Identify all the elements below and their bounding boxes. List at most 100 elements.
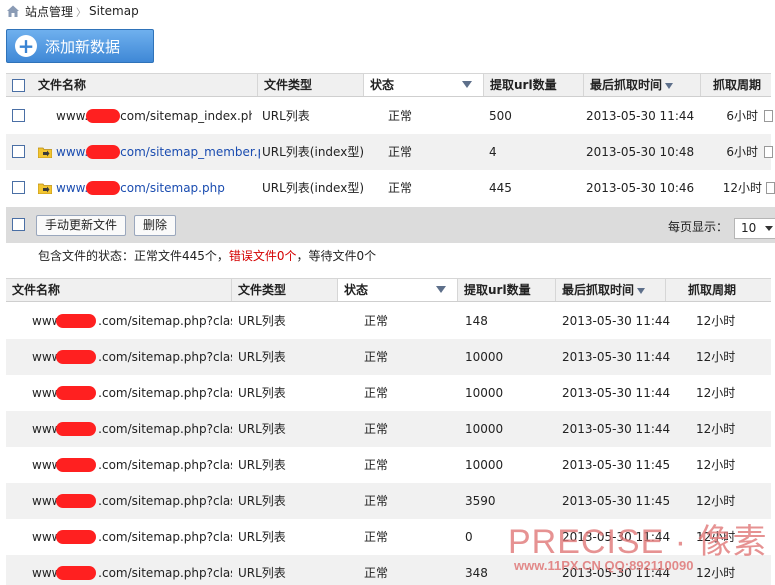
- url-count: 10000: [465, 386, 504, 400]
- table-row[interactable]: www. .com/sitemap.php?classi URL列表 正常 10000 2…: [6, 447, 771, 483]
- row-checkbox[interactable]: [12, 145, 25, 158]
- fetch-period: 12小时: [696, 350, 736, 364]
- table-row[interactable]: www. .com/sitemap.php?classi URL列表 正常 10000 2…: [6, 375, 771, 411]
- status: 正常: [364, 386, 389, 400]
- status-filter-icon[interactable]: [462, 81, 472, 88]
- col-url-count[interactable]: 提取url数量: [458, 279, 556, 301]
- table-row[interactable]: www. .com/sitemap.php?classi URL列表 正常 10000 2…: [6, 339, 771, 375]
- url-count: 500: [489, 109, 512, 123]
- chevron-down-icon: [765, 226, 773, 231]
- url-count: 10000: [465, 458, 504, 472]
- fetch-period: 12小时: [722, 181, 762, 195]
- redaction-mark: [56, 350, 96, 364]
- col-status[interactable]: 状态: [364, 74, 484, 96]
- folder-icon: [38, 183, 52, 194]
- manual-refresh-button[interactable]: 手动更新文件: [36, 215, 127, 236]
- last-fetch-time: 2013-05-30 11:44: [586, 109, 695, 123]
- add-new-data-button[interactable]: + 添加新数据: [6, 29, 154, 63]
- col-file-name[interactable]: 文件名称: [32, 74, 258, 96]
- col-last-fetch-label: 最后抓取时间: [562, 283, 635, 297]
- breadcrumb-root[interactable]: 站点管理: [25, 3, 73, 20]
- watermark: PRECISE · 像素 www.11PX.CN QQ:892110090: [508, 514, 768, 573]
- sort-desc-icon[interactable]: [637, 287, 646, 294]
- breadcrumb-current: Sitemap: [89, 4, 139, 18]
- per-page-select[interactable]: 10: [734, 218, 775, 239]
- summary-error[interactable]: 错误文件0个: [229, 249, 297, 263]
- fetch-period: 12小时: [696, 458, 736, 472]
- redaction-mark: [56, 314, 96, 328]
- col-status[interactable]: 状态: [338, 279, 458, 301]
- redaction-mark: [86, 109, 120, 123]
- redaction-mark: [56, 566, 96, 580]
- home-icon[interactable]: [6, 4, 20, 18]
- file-type: URL列表(index型): [262, 181, 365, 195]
- col-status-label: 状态: [344, 283, 369, 297]
- col-last-fetch[interactable]: 最后抓取时间: [556, 279, 666, 301]
- row-checkbox[interactable]: [12, 109, 25, 122]
- col-file-type[interactable]: 文件类型: [232, 279, 338, 301]
- file-type: URL列表: [238, 566, 286, 580]
- file-type: URL列表: [238, 422, 286, 436]
- sub-table-header: 文件名称 文件类型 状态 提取url数量 最后抓取时间 抓取周期: [6, 278, 771, 302]
- col-file-type[interactable]: 文件类型: [258, 74, 364, 96]
- table-row[interactable]: www. com/sitemap_index.php URL列表 正常 500 2…: [6, 98, 773, 134]
- status: 正常: [364, 422, 389, 436]
- col-last-fetch-label: 最后抓取时间: [590, 78, 663, 92]
- table-toolbar: 手动更新文件 删除 每页显示： 10: [6, 207, 775, 243]
- last-fetch-time: 2013-05-30 11:45: [562, 458, 671, 472]
- select-all-checkbox-bottom[interactable]: [12, 218, 25, 231]
- status: 正常: [364, 458, 389, 472]
- sort-desc-icon[interactable]: [665, 82, 674, 89]
- file-type: URL列表: [238, 314, 286, 328]
- col-last-fetch[interactable]: 最后抓取时间: [584, 74, 701, 96]
- status: 正常: [388, 145, 413, 159]
- delete-button[interactable]: 删除: [134, 215, 177, 236]
- file-type: URL列表: [262, 109, 310, 123]
- fetch-period: 12小时: [696, 314, 736, 328]
- table-row[interactable]: www. com/sitemap_member.ph URL列表(index型) …: [6, 134, 773, 170]
- status: 正常: [388, 181, 413, 195]
- file-type: URL列表(index型): [262, 145, 365, 159]
- table-row[interactable]: www. com/sitemap.php URL列表(index型) 正常 445…: [6, 170, 775, 206]
- fetch-period: 12小时: [696, 386, 736, 400]
- table-row[interactable]: www. .com/sitemap.php?classi URL列表 正常 148 201…: [6, 303, 771, 339]
- file-type: URL列表: [238, 386, 286, 400]
- redaction-mark: [86, 181, 120, 195]
- last-fetch-time: 2013-05-30 11:44: [562, 386, 671, 400]
- last-fetch-time: 2013-05-30 10:48: [586, 145, 695, 159]
- fetch-period: 12小时: [696, 422, 736, 436]
- col-fetch-period[interactable]: 抓取周期: [701, 74, 771, 96]
- select-all-checkbox[interactable]: [12, 79, 25, 92]
- status: 正常: [364, 494, 389, 508]
- status: 正常: [364, 314, 389, 328]
- col-url-count[interactable]: 提取url数量: [484, 74, 584, 96]
- breadcrumb: 站点管理 〉 Sitemap: [6, 2, 139, 20]
- redaction-mark: [56, 494, 96, 508]
- document-icon[interactable]: [764, 110, 773, 122]
- watermark-title: PRECISE · 像素: [508, 523, 768, 561]
- col-fetch-period[interactable]: 抓取周期: [666, 279, 771, 301]
- col-file-name[interactable]: 文件名称: [6, 279, 232, 301]
- redaction-mark: [56, 530, 96, 544]
- file-type: URL列表: [238, 494, 286, 508]
- watermark-subtitle: www.11PX.CN QQ:892110090: [514, 558, 694, 573]
- table-row[interactable]: www. .com/sitemap.php?classi URL列表 正常 10000 2…: [6, 411, 771, 447]
- sitemap-table-header: 文件名称 文件类型 状态 提取url数量 最后抓取时间 抓取周期: [6, 73, 771, 97]
- redaction-mark: [56, 458, 96, 472]
- last-fetch-time: 2013-05-30 10:46: [586, 181, 695, 195]
- per-page-label: 每页显示：: [668, 220, 729, 234]
- row-checkbox[interactable]: [12, 181, 25, 194]
- col-status-label: 状态: [370, 78, 395, 92]
- status: 正常: [388, 109, 413, 123]
- fetch-period: 6小时: [726, 109, 758, 123]
- redaction-mark: [56, 422, 96, 436]
- document-icon[interactable]: [766, 182, 775, 194]
- file-type: URL列表: [238, 458, 286, 472]
- document-icon[interactable]: [764, 146, 773, 158]
- url-count: 10000: [465, 350, 504, 364]
- breadcrumb-separator: 〉: [76, 7, 87, 19]
- folder-icon: [38, 147, 52, 158]
- status-filter-icon[interactable]: [436, 286, 446, 293]
- summary-waiting: ，等待文件0个: [296, 249, 377, 263]
- redaction-mark: [56, 386, 96, 400]
